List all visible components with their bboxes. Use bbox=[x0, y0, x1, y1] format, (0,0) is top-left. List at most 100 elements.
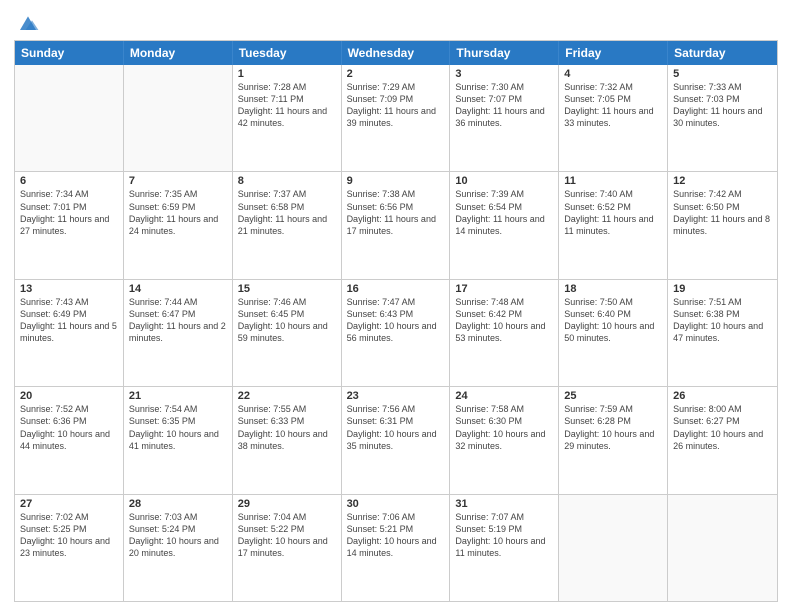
calendar-cell: 27Sunrise: 7:02 AM Sunset: 5:25 PM Dayli… bbox=[15, 495, 124, 601]
calendar-cell: 12Sunrise: 7:42 AM Sunset: 6:50 PM Dayli… bbox=[668, 172, 777, 278]
day-info: Sunrise: 7:35 AM Sunset: 6:59 PM Dayligh… bbox=[129, 188, 227, 237]
day-info: Sunrise: 7:39 AM Sunset: 6:54 PM Dayligh… bbox=[455, 188, 553, 237]
calendar-cell: 11Sunrise: 7:40 AM Sunset: 6:52 PM Dayli… bbox=[559, 172, 668, 278]
day-number: 26 bbox=[673, 390, 772, 402]
day-number: 14 bbox=[129, 283, 227, 295]
day-info: Sunrise: 7:32 AM Sunset: 7:05 PM Dayligh… bbox=[564, 81, 662, 130]
day-number: 22 bbox=[238, 390, 336, 402]
calendar-cell: 23Sunrise: 7:56 AM Sunset: 6:31 PM Dayli… bbox=[342, 387, 451, 493]
day-number: 5 bbox=[673, 68, 772, 80]
day-info: Sunrise: 7:59 AM Sunset: 6:28 PM Dayligh… bbox=[564, 403, 662, 452]
day-info: Sunrise: 7:50 AM Sunset: 6:40 PM Dayligh… bbox=[564, 296, 662, 345]
calendar-cell: 24Sunrise: 7:58 AM Sunset: 6:30 PM Dayli… bbox=[450, 387, 559, 493]
day-info: Sunrise: 7:55 AM Sunset: 6:33 PM Dayligh… bbox=[238, 403, 336, 452]
calendar-cell: 17Sunrise: 7:48 AM Sunset: 6:42 PM Dayli… bbox=[450, 280, 559, 386]
calendar-cell: 15Sunrise: 7:46 AM Sunset: 6:45 PM Dayli… bbox=[233, 280, 342, 386]
header bbox=[14, 10, 778, 34]
day-number: 8 bbox=[238, 175, 336, 187]
calendar-cell: 29Sunrise: 7:04 AM Sunset: 5:22 PM Dayli… bbox=[233, 495, 342, 601]
day-info: Sunrise: 7:28 AM Sunset: 7:11 PM Dayligh… bbox=[238, 81, 336, 130]
day-info: Sunrise: 7:54 AM Sunset: 6:35 PM Dayligh… bbox=[129, 403, 227, 452]
day-info: Sunrise: 7:52 AM Sunset: 6:36 PM Dayligh… bbox=[20, 403, 118, 452]
day-number: 19 bbox=[673, 283, 772, 295]
calendar-cell: 7Sunrise: 7:35 AM Sunset: 6:59 PM Daylig… bbox=[124, 172, 233, 278]
calendar-header-cell: Sunday bbox=[15, 41, 124, 65]
day-info: Sunrise: 7:06 AM Sunset: 5:21 PM Dayligh… bbox=[347, 511, 445, 560]
calendar-row: 27Sunrise: 7:02 AM Sunset: 5:25 PM Dayli… bbox=[15, 494, 777, 601]
calendar-header-cell: Monday bbox=[124, 41, 233, 65]
calendar-cell: 26Sunrise: 8:00 AM Sunset: 6:27 PM Dayli… bbox=[668, 387, 777, 493]
calendar-cell: 13Sunrise: 7:43 AM Sunset: 6:49 PM Dayli… bbox=[15, 280, 124, 386]
calendar-cell: 10Sunrise: 7:39 AM Sunset: 6:54 PM Dayli… bbox=[450, 172, 559, 278]
calendar-cell: 18Sunrise: 7:50 AM Sunset: 6:40 PM Dayli… bbox=[559, 280, 668, 386]
logo bbox=[14, 14, 40, 34]
day-number: 17 bbox=[455, 283, 553, 295]
day-info: Sunrise: 7:07 AM Sunset: 5:19 PM Dayligh… bbox=[455, 511, 553, 560]
day-info: Sunrise: 7:03 AM Sunset: 5:24 PM Dayligh… bbox=[129, 511, 227, 560]
day-number: 15 bbox=[238, 283, 336, 295]
day-info: Sunrise: 7:33 AM Sunset: 7:03 PM Dayligh… bbox=[673, 81, 772, 130]
calendar-cell: 3Sunrise: 7:30 AM Sunset: 7:07 PM Daylig… bbox=[450, 65, 559, 171]
calendar-cell: 5Sunrise: 7:33 AM Sunset: 7:03 PM Daylig… bbox=[668, 65, 777, 171]
day-info: Sunrise: 7:02 AM Sunset: 5:25 PM Dayligh… bbox=[20, 511, 118, 560]
day-number: 23 bbox=[347, 390, 445, 402]
day-info: Sunrise: 7:30 AM Sunset: 7:07 PM Dayligh… bbox=[455, 81, 553, 130]
calendar-cell: 31Sunrise: 7:07 AM Sunset: 5:19 PM Dayli… bbox=[450, 495, 559, 601]
day-number: 2 bbox=[347, 68, 445, 80]
day-number: 1 bbox=[238, 68, 336, 80]
day-info: Sunrise: 7:56 AM Sunset: 6:31 PM Dayligh… bbox=[347, 403, 445, 452]
calendar-header-cell: Friday bbox=[559, 41, 668, 65]
day-info: Sunrise: 7:44 AM Sunset: 6:47 PM Dayligh… bbox=[129, 296, 227, 345]
day-number: 13 bbox=[20, 283, 118, 295]
day-number: 18 bbox=[564, 283, 662, 295]
calendar-cell: 20Sunrise: 7:52 AM Sunset: 6:36 PM Dayli… bbox=[15, 387, 124, 493]
day-info: Sunrise: 7:34 AM Sunset: 7:01 PM Dayligh… bbox=[20, 188, 118, 237]
calendar-cell bbox=[668, 495, 777, 601]
page: SundayMondayTuesdayWednesdayThursdayFrid… bbox=[0, 0, 792, 612]
calendar-cell: 14Sunrise: 7:44 AM Sunset: 6:47 PM Dayli… bbox=[124, 280, 233, 386]
calendar-row: 20Sunrise: 7:52 AM Sunset: 6:36 PM Dayli… bbox=[15, 386, 777, 493]
calendar-row: 1Sunrise: 7:28 AM Sunset: 7:11 PM Daylig… bbox=[15, 65, 777, 171]
calendar-row: 13Sunrise: 7:43 AM Sunset: 6:49 PM Dayli… bbox=[15, 279, 777, 386]
day-number: 4 bbox=[564, 68, 662, 80]
day-info: Sunrise: 7:46 AM Sunset: 6:45 PM Dayligh… bbox=[238, 296, 336, 345]
calendar-header-cell: Thursday bbox=[450, 41, 559, 65]
day-number: 24 bbox=[455, 390, 553, 402]
day-number: 28 bbox=[129, 498, 227, 510]
day-info: Sunrise: 7:04 AM Sunset: 5:22 PM Dayligh… bbox=[238, 511, 336, 560]
calendar-cell: 16Sunrise: 7:47 AM Sunset: 6:43 PM Dayli… bbox=[342, 280, 451, 386]
day-number: 21 bbox=[129, 390, 227, 402]
day-number: 30 bbox=[347, 498, 445, 510]
calendar-cell bbox=[124, 65, 233, 171]
calendar-cell bbox=[15, 65, 124, 171]
day-number: 29 bbox=[238, 498, 336, 510]
calendar-cell: 30Sunrise: 7:06 AM Sunset: 5:21 PM Dayli… bbox=[342, 495, 451, 601]
day-info: Sunrise: 7:37 AM Sunset: 6:58 PM Dayligh… bbox=[238, 188, 336, 237]
calendar-row: 6Sunrise: 7:34 AM Sunset: 7:01 PM Daylig… bbox=[15, 171, 777, 278]
day-info: Sunrise: 7:42 AM Sunset: 6:50 PM Dayligh… bbox=[673, 188, 772, 237]
calendar-cell: 9Sunrise: 7:38 AM Sunset: 6:56 PM Daylig… bbox=[342, 172, 451, 278]
day-info: Sunrise: 7:29 AM Sunset: 7:09 PM Dayligh… bbox=[347, 81, 445, 130]
calendar-cell: 21Sunrise: 7:54 AM Sunset: 6:35 PM Dayli… bbox=[124, 387, 233, 493]
day-info: Sunrise: 7:51 AM Sunset: 6:38 PM Dayligh… bbox=[673, 296, 772, 345]
day-number: 20 bbox=[20, 390, 118, 402]
day-info: Sunrise: 7:47 AM Sunset: 6:43 PM Dayligh… bbox=[347, 296, 445, 345]
calendar-cell: 6Sunrise: 7:34 AM Sunset: 7:01 PM Daylig… bbox=[15, 172, 124, 278]
calendar-cell: 28Sunrise: 7:03 AM Sunset: 5:24 PM Dayli… bbox=[124, 495, 233, 601]
day-number: 31 bbox=[455, 498, 553, 510]
day-number: 12 bbox=[673, 175, 772, 187]
day-number: 27 bbox=[20, 498, 118, 510]
calendar-cell: 25Sunrise: 7:59 AM Sunset: 6:28 PM Dayli… bbox=[559, 387, 668, 493]
calendar-cell: 1Sunrise: 7:28 AM Sunset: 7:11 PM Daylig… bbox=[233, 65, 342, 171]
day-info: Sunrise: 7:38 AM Sunset: 6:56 PM Dayligh… bbox=[347, 188, 445, 237]
day-info: Sunrise: 7:58 AM Sunset: 6:30 PM Dayligh… bbox=[455, 403, 553, 452]
day-number: 25 bbox=[564, 390, 662, 402]
calendar: SundayMondayTuesdayWednesdayThursdayFrid… bbox=[14, 40, 778, 602]
day-number: 3 bbox=[455, 68, 553, 80]
day-number: 16 bbox=[347, 283, 445, 295]
day-info: Sunrise: 7:40 AM Sunset: 6:52 PM Dayligh… bbox=[564, 188, 662, 237]
day-number: 11 bbox=[564, 175, 662, 187]
calendar-body: 1Sunrise: 7:28 AM Sunset: 7:11 PM Daylig… bbox=[15, 65, 777, 601]
calendar-cell: 4Sunrise: 7:32 AM Sunset: 7:05 PM Daylig… bbox=[559, 65, 668, 171]
calendar-cell: 19Sunrise: 7:51 AM Sunset: 6:38 PM Dayli… bbox=[668, 280, 777, 386]
